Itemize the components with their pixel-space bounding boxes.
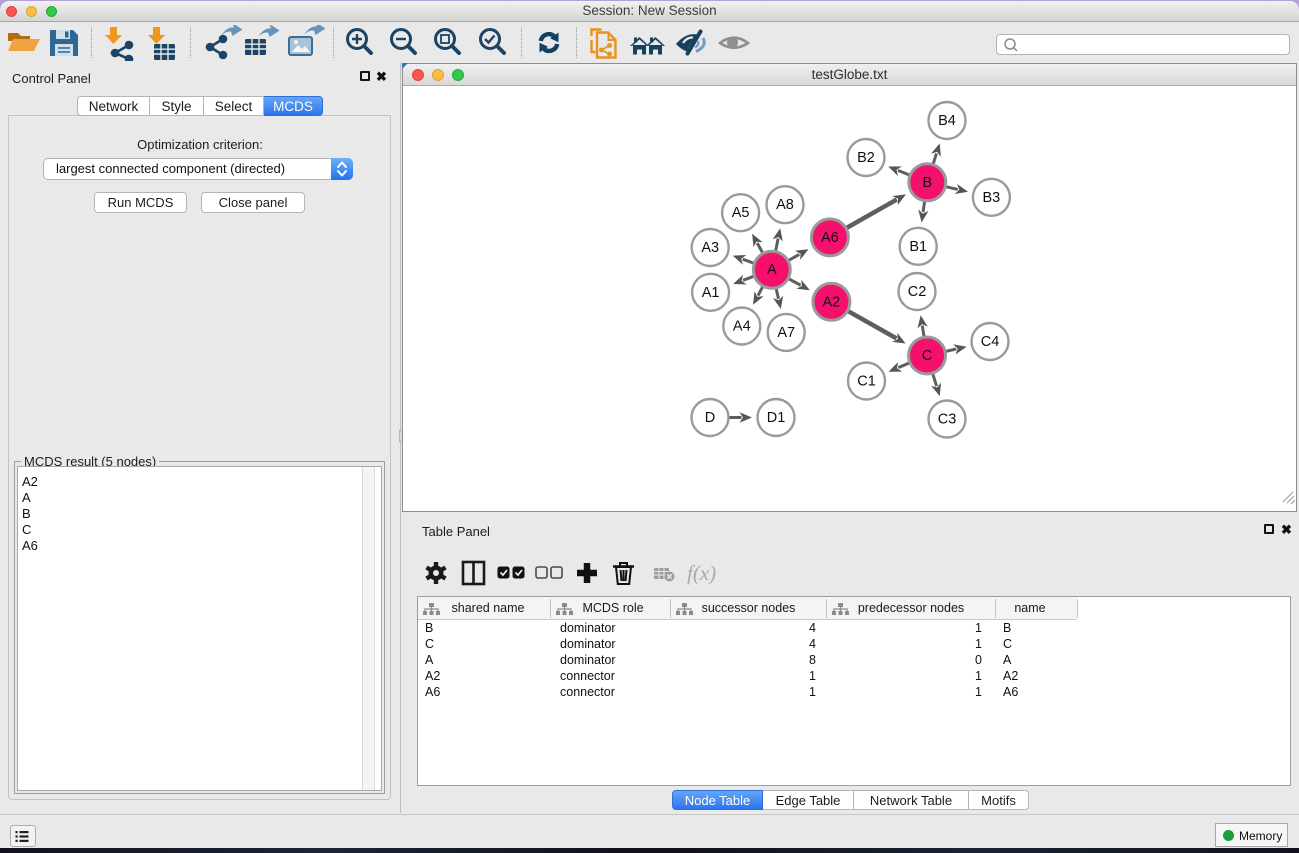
svg-text:D1: D1: [767, 410, 786, 426]
svg-text:A: A: [767, 262, 777, 278]
svg-text:C: C: [922, 348, 932, 364]
svg-text:A8: A8: [776, 197, 794, 213]
svg-text:A6: A6: [821, 230, 839, 246]
svg-text:B1: B1: [909, 239, 927, 255]
svg-text:C1: C1: [857, 374, 876, 390]
svg-text:A7: A7: [777, 325, 795, 341]
svg-text:B2: B2: [857, 150, 875, 166]
svg-text:A3: A3: [701, 240, 719, 256]
svg-text:C4: C4: [981, 334, 1000, 350]
svg-text:D: D: [705, 410, 715, 426]
svg-text:C3: C3: [938, 412, 957, 428]
svg-text:B: B: [922, 175, 932, 191]
svg-text:A2: A2: [823, 294, 841, 310]
svg-text:B3: B3: [983, 190, 1001, 206]
svg-text:C2: C2: [908, 284, 927, 300]
svg-text:A1: A1: [702, 285, 720, 301]
svg-text:A4: A4: [733, 319, 751, 335]
svg-text:A5: A5: [732, 205, 750, 221]
svg-text:f(x): f(x): [687, 561, 716, 585]
svg-text:B4: B4: [938, 113, 956, 129]
